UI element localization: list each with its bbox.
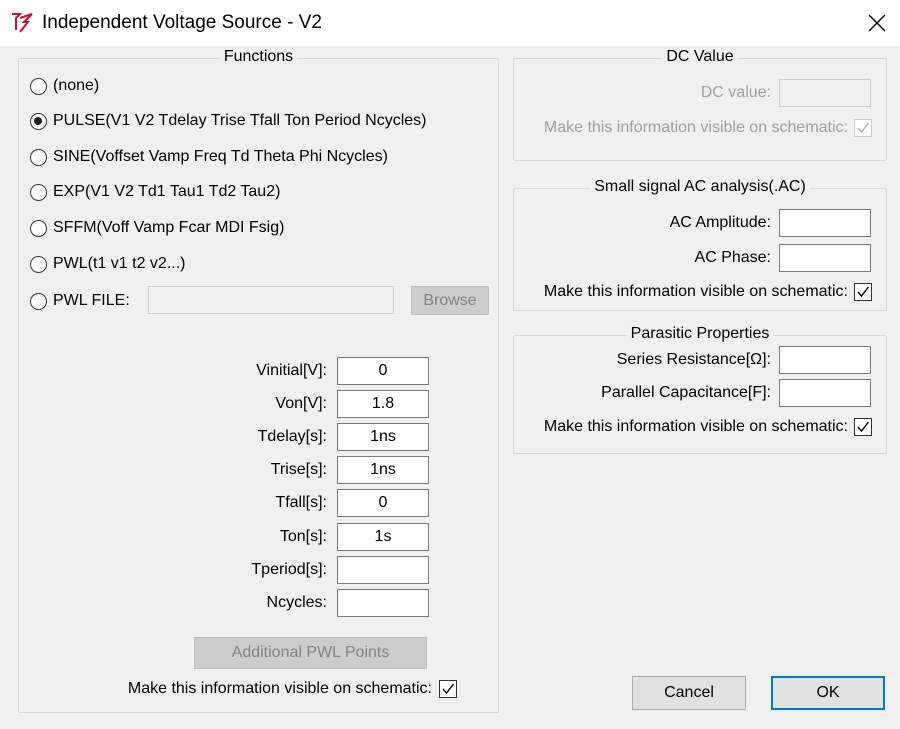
dc-value-label: DC value: <box>700 84 771 101</box>
trise-input[interactable]: 1ns <box>337 456 429 484</box>
tperiod-label: Tperiod[s]: <box>251 561 327 578</box>
parasitic-group-title: Parasitic Properties <box>626 325 774 342</box>
ac-amplitude-label: AC Amplitude: <box>669 214 771 231</box>
radio-sffm[interactable]: SFFM(Voff Vamp Fcar MDI Fsig) <box>30 216 284 240</box>
cancel-button[interactable]: Cancel <box>632 676 746 710</box>
dialog-body: Functions (none) PULSE(V1 V2 Tdelay Tris… <box>0 46 900 729</box>
radio-label: PWL(t1 v1 t2 v2...) <box>53 255 186 272</box>
tdelay-input[interactable]: 1ns <box>337 423 429 451</box>
radio-sine[interactable]: SINE(Voffset Vamp Freq Td Theta Phi Ncyc… <box>30 145 388 169</box>
ac-group-title: Small signal AC analysis(.AC) <box>590 178 810 195</box>
parallel-capacitance-input[interactable] <box>779 379 871 407</box>
radio-button[interactable] <box>30 183 47 201</box>
checkmark-icon <box>857 122 870 134</box>
dc-value-input[interactable] <box>779 79 871 107</box>
functions-visible-label: Make this information visible on schemat… <box>127 680 432 697</box>
radio-label: (none) <box>53 77 100 94</box>
ac-visible-label: Make this information visible on schemat… <box>543 283 848 300</box>
checkmark-icon <box>857 286 870 298</box>
functions-visible-checkbox[interactable] <box>439 680 457 698</box>
vinitial-input[interactable]: 0 <box>337 357 429 385</box>
radio-label: EXP(V1 V2 Td1 Tau1 Td2 Tau2) <box>53 183 281 200</box>
checkmark-icon <box>442 683 455 695</box>
tfall-label: Tfall[s]: <box>275 494 327 511</box>
tperiod-input[interactable] <box>337 556 429 584</box>
radio-none[interactable]: (none) <box>30 74 99 98</box>
radio-pwl-file[interactable]: PWL FILE: <box>30 289 130 313</box>
radio-button[interactable] <box>30 77 47 95</box>
ton-input[interactable]: 1s <box>337 523 429 551</box>
parasitic-visible-label: Make this information visible on schemat… <box>543 418 848 435</box>
close-button[interactable] <box>854 0 900 46</box>
functions-group-title: Functions <box>219 48 298 65</box>
radio-label: SFFM(Voff Vamp Fcar MDI Fsig) <box>53 219 285 236</box>
tfall-input[interactable]: 0 <box>337 489 429 517</box>
trise-label: Trise[s]: <box>270 461 327 478</box>
ac-phase-input[interactable] <box>779 244 871 272</box>
ac-visible-checkbox[interactable] <box>854 283 872 301</box>
tdelay-label: Tdelay[s]: <box>257 428 327 445</box>
ton-label: Ton[s]: <box>279 528 327 545</box>
ltspice-logo-icon <box>10 10 34 34</box>
dc-visible-label: Make this information visible on schemat… <box>543 119 848 136</box>
radio-button-selected[interactable] <box>30 112 47 130</box>
series-resistance-label: Series Resistance[Ω]: <box>616 351 771 368</box>
window-title: Independent Voltage Source - V2 <box>42 12 322 33</box>
checkmark-icon <box>857 421 870 433</box>
ac-analysis-group: Small signal AC analysis(.AC) AC Amplitu… <box>513 178 887 311</box>
parallel-capacitance-label: Parallel Capacitance[F]: <box>601 384 771 401</box>
parasitic-properties-group: Parasitic Properties Series Resistance[Ω… <box>513 325 887 454</box>
ac-phase-label: AC Phase: <box>694 249 771 266</box>
ok-button[interactable]: OK <box>771 676 885 710</box>
radio-label: PULSE(V1 V2 Tdelay Trise Tfall Ton Perio… <box>53 112 427 129</box>
parasitic-visible-checkbox[interactable] <box>854 418 872 436</box>
functions-group: Functions (none) PULSE(V1 V2 Tdelay Tris… <box>18 48 499 713</box>
von-label: Von[V]: <box>275 395 327 412</box>
radio-pulse[interactable]: PULSE(V1 V2 Tdelay Trise Tfall Ton Perio… <box>30 109 427 133</box>
close-icon <box>868 14 886 32</box>
dc-visible-checkbox[interactable] <box>854 119 872 137</box>
radio-label: PWL FILE: <box>53 292 130 309</box>
ncycles-input[interactable] <box>337 589 429 617</box>
title-bar: Independent Voltage Source - V2 <box>0 0 900 46</box>
dc-value-group: DC Value DC value: Make this information… <box>513 48 887 161</box>
radio-button[interactable] <box>30 255 47 273</box>
radio-button[interactable] <box>30 148 47 166</box>
radio-label: SINE(Voffset Vamp Freq Td Theta Phi Ncyc… <box>53 148 388 165</box>
von-input[interactable]: 1.8 <box>337 390 429 418</box>
ncycles-label: Ncycles: <box>266 594 327 611</box>
radio-button[interactable] <box>30 219 47 237</box>
vinitial-label: Vinitial[V]: <box>256 362 327 379</box>
radio-button[interactable] <box>30 292 47 310</box>
additional-pwl-points-button[interactable]: Additional PWL Points <box>194 637 427 669</box>
radio-exp[interactable]: EXP(V1 V2 Td1 Tau1 Td2 Tau2) <box>30 180 280 204</box>
radio-pwl[interactable]: PWL(t1 v1 t2 v2...) <box>30 252 185 276</box>
dc-group-title: DC Value <box>662 48 738 65</box>
series-resistance-input[interactable] <box>779 346 871 374</box>
pwl-file-input[interactable] <box>148 286 394 314</box>
ac-amplitude-input[interactable] <box>779 209 871 237</box>
browse-button[interactable]: Browse <box>411 286 489 315</box>
